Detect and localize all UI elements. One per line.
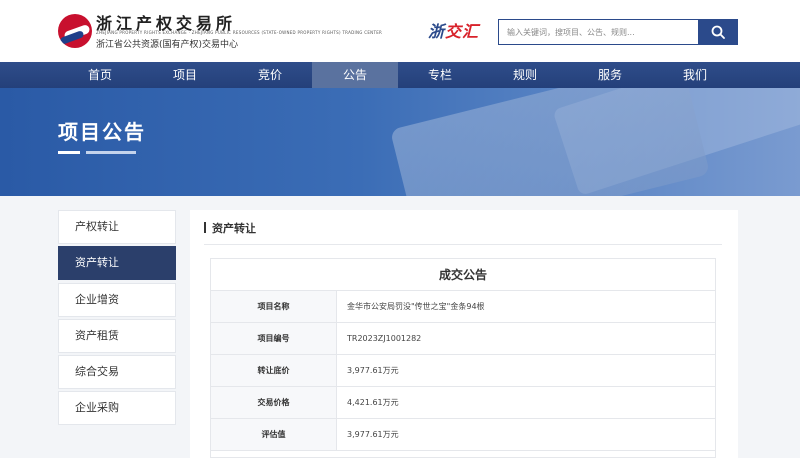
row-value-project-name: 金华市公安局罚没"传世之宝"金条94根 [347,302,485,311]
main-content: 资产转让 成交公告 项目名称 金华市公安局罚没"传世之宝"金条94根 项目编号 … [190,210,738,458]
brand-zhejiaohui[interactable]: 浙交汇 [428,18,479,42]
sidebar-item-asset-transfer[interactable]: 资产转让 [58,246,176,280]
nav-item-rules[interactable]: 规则 [482,62,568,88]
nav-item-bidding[interactable]: 竞价 [227,62,313,88]
main-nav: 首页 项目 竞价 公告 专栏 规则 服务 我们 [0,62,800,88]
notice-title: 成交公告 [211,259,715,291]
sidebar-item-enterprise-procurement[interactable]: 企业采购 [58,391,176,425]
nav-item-services[interactable]: 服务 [567,62,653,88]
row-label-transaction-price: 交易价格 [211,387,337,418]
brand-part-2: 交汇 [445,22,480,41]
nav-item-home[interactable]: 首页 [57,62,143,88]
search-input[interactable] [498,19,698,45]
row-label-reserve-price: 转让底价 [211,355,337,386]
section-divider [204,244,722,245]
site-header: 浙江产权交易所 ZHEJIANG PROPERTY RIGHTS EXCHANG… [0,0,800,62]
row-label-project-number: 项目编号 [211,323,337,354]
sidebar-item-capital-increase[interactable]: 企业增资 [58,283,176,317]
banner-card-image [389,88,711,196]
heading-marker [204,222,206,233]
banner-underline [58,151,80,154]
transaction-notice: 成交公告 项目名称 金华市公安局罚没"传世之宝"金条94根 项目编号 TR202… [210,258,716,458]
sidebar-item-comprehensive-trading[interactable]: 综合交易 [58,355,176,389]
row-value-transaction-price: 4,421.61万元 [347,398,399,407]
table-row: 项目名称 金华市公安局罚没"传世之宝"金条94根 [211,291,715,323]
nav-item-announcements[interactable]: 公告 [312,62,398,88]
row-value-project-number: TR2023ZJ1001282 [347,334,422,343]
brand-part-1: 浙 [428,22,446,41]
row-label-project-name: 项目名称 [211,291,337,322]
site-logo[interactable]: 浙江产权交易所 ZHEJIANG PROPERTY RIGHTS EXCHANG… [58,10,382,54]
sidebar-item-asset-leasing[interactable]: 资产租赁 [58,319,176,353]
nav-item-projects[interactable]: 项目 [142,62,228,88]
table-row: 交易价格 4,421.61万元 [211,387,715,419]
section-heading: 资产转让 [204,220,256,236]
search-icon [711,25,725,39]
logo-emblem-icon [58,14,92,48]
page-title: 项目公告 [58,120,146,144]
row-value-reserve-price: 3,977.61万元 [347,366,399,375]
sidebar-item-property-transfer[interactable]: 产权转让 [58,210,176,244]
section-heading-text: 资产转让 [212,222,256,235]
table-row: 转让底价 3,977.61万元 [211,355,715,387]
table-row: 评估值 3,977.61万元 [211,419,715,451]
search-button[interactable] [698,19,738,45]
banner-underline-secondary [86,151,136,154]
row-value-appraised-value: 3,977.61万元 [347,430,399,439]
nav-item-columns[interactable]: 专栏 [397,62,483,88]
row-label-appraised-value: 评估值 [211,419,337,450]
logo-subtitle: 浙江省公共资源(国有产权)交易中心 [96,40,239,50]
table-row: 项目编号 TR2023ZJ1001282 [211,323,715,355]
page-banner: 项目公告 [0,88,800,196]
nav-item-about-us[interactable]: 我们 [652,62,738,88]
logo-english-name: ZHEJIANG PROPERTY RIGHTS EXCHANGE · ZHEJ… [96,30,383,35]
search-bar [498,19,738,45]
